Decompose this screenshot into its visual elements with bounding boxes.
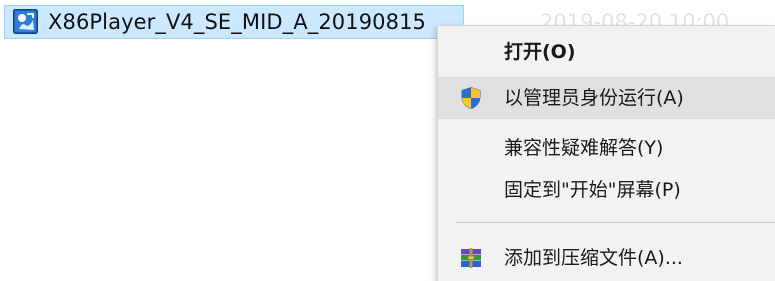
context-menu: 打开(O) 以管理员身份运行(A) 兼容性疑难解答(Y) 固定到"开始"屏幕(P… [437, 25, 775, 281]
desktop-surface: X86Player_V4_SE_MID_A_20190815 2019-08-2… [0, 0, 775, 281]
menu-item-run-as-admin[interactable]: 以管理员身份运行(A) [438, 77, 775, 119]
uac-shield-icon [459, 86, 483, 110]
menu-separator [456, 222, 775, 223]
menu-item-pin-to-start[interactable]: 固定到"开始"屏幕(P) [438, 169, 775, 211]
menu-item-open[interactable]: 打开(O) [438, 31, 775, 73]
menu-item-label: 以管理员身份运行(A) [504, 87, 684, 109]
winrar-archive-icon [459, 246, 483, 270]
app-icon [13, 9, 38, 34]
menu-item-add-to-archive[interactable]: 添加到压缩文件(A)... [438, 237, 775, 279]
menu-item-label: 打开(O) [504, 41, 576, 63]
file-name[interactable]: X86Player_V4_SE_MID_A_20190815 [48, 8, 426, 36]
menu-item-label: 兼容性疑难解答(Y) [504, 137, 664, 159]
menu-item-label: 固定到"开始"屏幕(P) [504, 179, 681, 201]
menu-item-compatibility-troubleshoot[interactable]: 兼容性疑难解答(Y) [438, 127, 775, 169]
menu-item-label: 添加到压缩文件(A)... [504, 247, 683, 269]
